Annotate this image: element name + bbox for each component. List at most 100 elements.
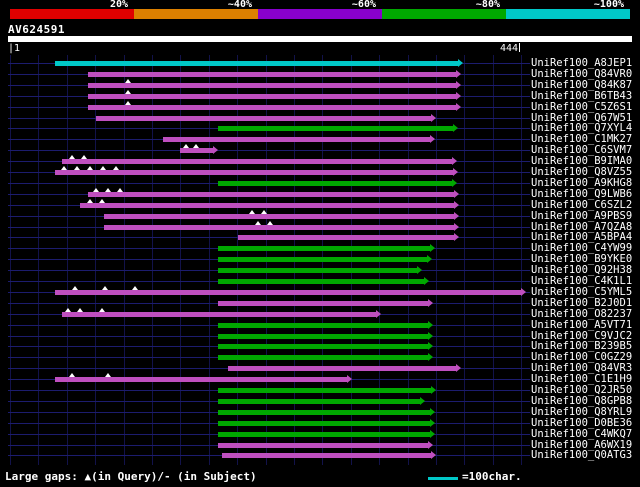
alignment-bar[interactable]: [218, 334, 428, 339]
gap-marker-icon: [69, 373, 75, 377]
arrow-right-icon: [428, 441, 433, 449]
alignment-bar[interactable]: [88, 94, 456, 99]
alignment-bar[interactable]: [55, 170, 453, 175]
alignment-bar[interactable]: [218, 257, 427, 262]
alignment-bar[interactable]: [55, 377, 347, 382]
scale-length-line: [428, 477, 458, 480]
gap-marker-icon: [261, 210, 267, 214]
gap-marker-icon: [255, 221, 261, 225]
alignment-bar[interactable]: [218, 344, 428, 349]
gap-marker-icon: [100, 166, 106, 170]
alignment-bar[interactable]: [218, 410, 430, 415]
arrow-right-icon: [453, 124, 458, 132]
alignment-bar[interactable]: [180, 148, 213, 153]
grid-line: [38, 55, 39, 465]
alignment-bar[interactable]: [55, 290, 521, 295]
gap-marker-icon: [125, 101, 131, 105]
alignment-bar[interactable]: [218, 388, 431, 393]
arrow-right-icon: [430, 408, 435, 416]
alignment-bar[interactable]: [218, 355, 428, 360]
arrow-right-icon: [454, 212, 459, 220]
gap-marker-icon: [105, 373, 111, 377]
arrow-right-icon: [456, 81, 461, 89]
arrow-right-icon: [427, 255, 432, 263]
alignment-bar[interactable]: [218, 246, 430, 251]
gap-marker-icon: [72, 286, 78, 290]
gap-marker-icon: [74, 166, 80, 170]
alignment-bar[interactable]: [218, 279, 424, 284]
arrow-right-icon: [430, 135, 435, 143]
alignment-bar[interactable]: [218, 268, 417, 273]
arrow-right-icon: [430, 430, 435, 438]
arrow-right-icon: [428, 299, 433, 307]
arrow-right-icon: [428, 353, 433, 361]
gap-marker-icon: [77, 308, 83, 312]
arrow-right-icon: [454, 190, 459, 198]
gap-marker-icon: [87, 166, 93, 170]
arrow-right-icon: [456, 70, 461, 78]
alignment-bar[interactable]: [218, 323, 428, 328]
arrow-right-icon: [376, 310, 381, 318]
arrow-right-icon: [452, 179, 457, 187]
arrow-right-icon: [431, 114, 436, 122]
arrow-right-icon: [453, 168, 458, 176]
grid-line: [464, 55, 465, 465]
alignment-bar[interactable]: [222, 453, 431, 458]
arrow-right-icon: [347, 375, 352, 383]
gap-marker-icon: [87, 199, 93, 203]
gap-marker-icon: [93, 188, 99, 192]
alignment-bar[interactable]: [62, 312, 376, 317]
alignment-bar[interactable]: [218, 126, 453, 131]
alignment-bar[interactable]: [80, 203, 454, 208]
arrow-right-icon: [424, 277, 429, 285]
alignment-bar[interactable]: [218, 399, 420, 404]
arrow-right-icon: [456, 92, 461, 100]
gap-marker-icon: [99, 199, 105, 203]
arrow-right-icon: [431, 386, 436, 394]
gap-marker-icon: [125, 79, 131, 83]
grid-line: [10, 55, 11, 465]
alignment-bar[interactable]: [218, 443, 428, 448]
alignment-bar[interactable]: [163, 137, 430, 142]
arrow-right-icon: [417, 266, 422, 274]
scale-length-label: =100char.: [462, 470, 522, 483]
arrow-right-icon: [458, 59, 463, 67]
alignment-bar[interactable]: [104, 225, 454, 230]
alignment-bar[interactable]: [96, 116, 431, 121]
blast-overview-screen: 20%~40%~60%~80%~100% AV624591 |1 444 Uni…: [0, 0, 640, 487]
arrow-right-icon: [428, 321, 433, 329]
gap-marker-icon: [267, 221, 273, 225]
hit-accession-label[interactable]: UniRef100_Q0ATG3: [531, 450, 632, 461]
arrow-right-icon: [428, 332, 433, 340]
alignment-bar[interactable]: [104, 214, 454, 219]
arrow-right-icon: [456, 364, 461, 372]
alignment-bar[interactable]: [88, 72, 456, 77]
grid-line: [67, 55, 68, 465]
alignment-bar[interactable]: [218, 181, 452, 186]
alignment-bar[interactable]: [218, 432, 430, 437]
alignment-bar[interactable]: [88, 192, 454, 197]
grid-line: [521, 55, 522, 465]
gap-marker-icon: [65, 308, 71, 312]
alignment-bar[interactable]: [55, 61, 458, 66]
alignment-bar[interactable]: [88, 105, 456, 110]
alignment-bar[interactable]: [218, 301, 428, 306]
alignment-bar[interactable]: [88, 83, 456, 88]
gap-marker-icon: [193, 144, 199, 148]
gap-marker-icon: [113, 166, 119, 170]
grid-line: [493, 55, 494, 465]
arrow-right-icon: [452, 157, 457, 165]
arrow-right-icon: [430, 419, 435, 427]
alignment-bar[interactable]: [62, 159, 452, 164]
gap-marker-icon: [69, 155, 75, 159]
alignment-bar[interactable]: [228, 366, 456, 371]
alignment-plot: UniRef100_A8JEP1UniRef100_Q84VR0UniRef10…: [0, 0, 640, 487]
row-track-line: [8, 150, 530, 151]
arrow-right-icon: [521, 288, 526, 296]
gap-marker-icon: [102, 286, 108, 290]
gap-marker-icon: [99, 308, 105, 312]
arrow-right-icon: [431, 451, 436, 459]
alignment-bar[interactable]: [238, 235, 454, 240]
alignment-bar[interactable]: [218, 421, 430, 426]
arrow-right-icon: [420, 397, 425, 405]
